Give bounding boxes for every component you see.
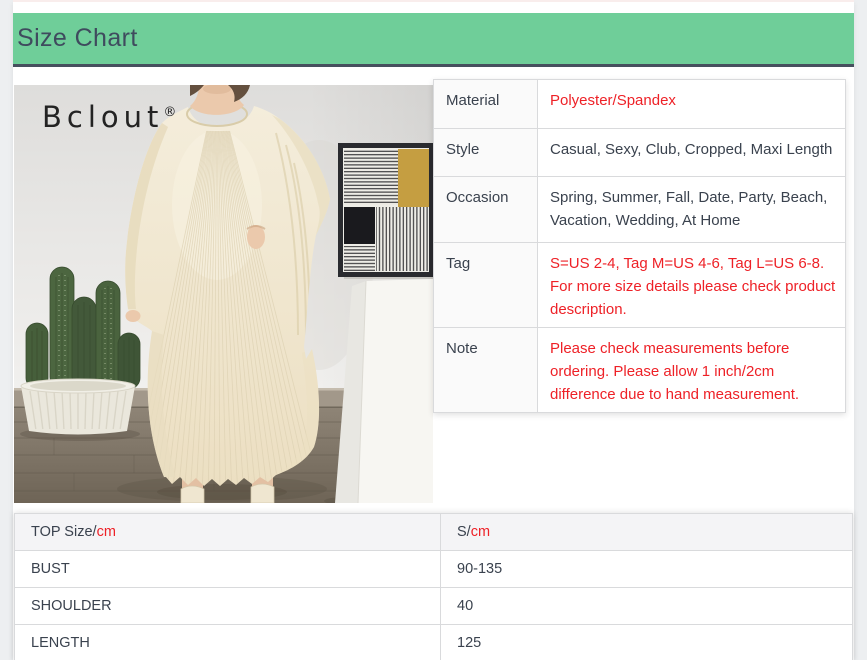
spec-label: Style	[434, 129, 538, 177]
table-row: Tag S=US 2-4, Tag M=US 4-6, Tag L=US 6-8…	[434, 243, 846, 328]
measure-label: BUST	[15, 551, 441, 588]
product-photo-illustration: Bclout®	[14, 85, 433, 503]
section-title: Size Chart	[13, 13, 854, 64]
top-accent-line	[13, 0, 854, 2]
size-chart-banner: Size Chart	[13, 13, 854, 67]
table-row: BUST 90-135	[15, 551, 853, 588]
size-table-header: TOP Size/cm S/cm	[15, 514, 853, 551]
plant-pot	[21, 379, 135, 435]
spec-value: Please check measurements before orderin…	[538, 328, 846, 413]
spec-label: Occasion	[434, 177, 538, 243]
table-row: Note Please check measurements before or…	[434, 328, 846, 413]
wall-artwork	[338, 143, 433, 279]
product-spec-table: Material Polyester/Spandex Style Casual,…	[433, 79, 846, 413]
spec-value: Polyester/Spandex	[538, 80, 846, 129]
brand-logo: Bclout®	[42, 100, 176, 134]
table-row: Material Polyester/Spandex	[434, 80, 846, 129]
measure-value: 40	[441, 588, 853, 625]
size-measurement-table: TOP Size/cm S/cm BUST 90-135 SHOULDER 40…	[14, 513, 853, 660]
measure-value: 90-135	[441, 551, 853, 588]
size-header-cell: S/cm	[441, 514, 853, 551]
table-row: Occasion Spring, Summer, Fall, Date, Par…	[434, 177, 846, 243]
hand-on-hip	[247, 225, 265, 249]
measure-label: SHOULDER	[15, 588, 441, 625]
product-photo: Bclout®	[14, 85, 433, 503]
spec-label: Note	[434, 328, 538, 413]
spec-value: S=US 2-4, Tag M=US 4-6, Tag L=US 6-8. Fo…	[538, 243, 846, 328]
size-chart-page: Size Chart	[0, 0, 867, 660]
table-row: Style Casual, Sexy, Club, Cropped, Maxi …	[434, 129, 846, 177]
spec-label: Material	[434, 80, 538, 129]
spec-value: Casual, Sexy, Club, Cropped, Maxi Length	[538, 129, 846, 177]
measure-value: 125	[441, 625, 853, 660]
spec-label: Tag	[434, 243, 538, 328]
table-row: LENGTH 125	[15, 625, 853, 660]
size-header-cell: TOP Size/cm	[15, 514, 441, 551]
left-hand	[126, 310, 141, 322]
table-row: SHOULDER 40	[15, 588, 853, 625]
measure-label: LENGTH	[15, 625, 441, 660]
spec-value: Spring, Summer, Fall, Date, Party, Beach…	[538, 177, 846, 243]
